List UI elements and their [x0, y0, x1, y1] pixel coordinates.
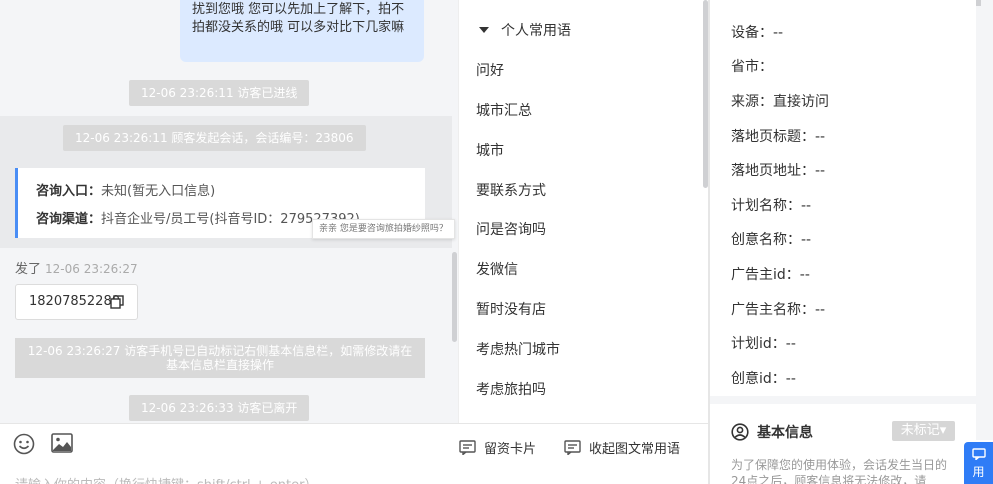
tag-dropdown[interactable]: 未标记▾ — [892, 421, 955, 441]
user-circle-icon — [731, 423, 749, 441]
info-source: 来源：直接访问 — [731, 94, 829, 110]
phrases-panel: 个人常用语 问好 城市汇总 城市 要联系方式 问是咨询吗 发微信 暂时没有店 考… — [458, 0, 708, 423]
info-advertiser-id: 广告主id：-- — [731, 267, 810, 283]
system-message-enter: 12-06 23:26:11 访客已进线 — [129, 80, 310, 106]
chat-scrollbar[interactable] — [452, 252, 457, 342]
lead-card-button[interactable]: 留资卡片 — [459, 437, 536, 457]
phrase-group-toggle[interactable]: 个人常用语 — [479, 20, 571, 40]
chat-panel: 扰到您哦 您可以先加上了解下，拍不拍都没关系的哦 可以多对比下几家嘛 12-06… — [0, 0, 458, 484]
info-advertiser-name: 广告主名称：-- — [731, 302, 826, 318]
basic-info-title: 基本信息 — [757, 425, 813, 441]
chat-bubble-icon — [971, 448, 986, 461]
consult-channel-label: 咨询渠道： — [36, 212, 102, 227]
consult-entry-label: 咨询入口： — [36, 184, 102, 199]
floating-help-label: 用 — [972, 465, 985, 479]
phrase-preview-tooltip: 亲亲 您是要咨询旅拍婚纱照吗？ — [312, 219, 455, 239]
image-icon[interactable] — [51, 433, 73, 453]
phrase-item[interactable]: 暂时没有店 — [476, 299, 546, 319]
visitor-message-bubble: 扰到您哦 您可以先加上了解下，拍不拍都没关系的哦 可以多对比下几家嘛 — [180, 0, 424, 62]
phrase-item[interactable]: 问好 — [476, 60, 504, 80]
info-plan-name: 计划名称：-- — [731, 198, 812, 214]
phone-number: 18207852280 — [29, 294, 120, 309]
consult-entry-row: 咨询入口：未知(暂无入口信息) — [36, 178, 425, 206]
info-plan-id: 计划id：-- — [731, 336, 796, 352]
card-icon — [459, 439, 476, 455]
phrase-item[interactable]: 城市汇总 — [476, 100, 532, 120]
system-message-phone-note: 12-06 23:26:27 访客手机号已自动标记右侧基本信息栏，如需修改请在基… — [15, 338, 425, 378]
lead-card-label: 留资卡片 — [484, 441, 537, 457]
caret-down-icon — [479, 27, 489, 33]
info-landing-url: 落地页地址：-- — [731, 163, 826, 179]
collapse-phrases-label: 收起图文常用语 — [589, 441, 681, 457]
section-separator — [710, 396, 976, 404]
info-landing-title: 落地页标题：-- — [731, 129, 826, 145]
sender-line: 发了 12-06 23:26:27 — [15, 258, 138, 277]
collapse-phrases-button[interactable]: 收起图文常用语 — [564, 437, 680, 457]
sender-label: 发了 — [15, 262, 42, 277]
consult-entry-value: 未知(暂无入口信息) — [101, 184, 216, 199]
info-creative-name: 创意名称：-- — [731, 232, 812, 248]
phrase-item[interactable]: 考虑旅拍吗 — [476, 379, 546, 399]
message-input[interactable]: 请输入你的内容（换行快捷键：shift/ctrl + enter） — [15, 474, 318, 484]
info-creative-id: 创意id：-- — [731, 371, 796, 387]
phrases-icon — [564, 439, 581, 455]
dropdown-caret-icon: ▾ — [939, 423, 947, 438]
phrase-item[interactable]: 考虑热门城市 — [476, 339, 560, 359]
phrase-group-title: 个人常用语 — [501, 23, 571, 39]
page-scrollbar-thumb[interactable] — [976, 0, 981, 6]
emoji-icon[interactable] — [13, 433, 35, 455]
info-province: 省市： — [731, 59, 773, 75]
copy-icon[interactable] — [110, 295, 124, 309]
system-message-session: 12-06 23:26:11 顾客发起会话，会话编号：23806 — [63, 125, 366, 151]
phrase-item[interactable]: 城市 — [476, 140, 504, 160]
info-device: 设备：-- — [731, 25, 784, 41]
system-message-leave: 12-06 23:26:33 访客已离开 — [129, 395, 310, 421]
edit-notice: 为了保障您的使用体验，会话发生当日的24点之后，顾客信息将无法修改，请 — [731, 458, 948, 484]
phrase-item[interactable]: 要联系方式 — [476, 180, 546, 200]
floating-help-button[interactable]: 用 — [964, 442, 993, 484]
phrase-item[interactable]: 发微信 — [476, 259, 518, 279]
sender-time: 12-06 23:26:27 — [45, 262, 138, 276]
visitor-info-panel: 设备：-- 省市： 来源：直接访问 落地页标题：-- 落地页地址：-- 计划名称… — [710, 0, 976, 484]
phrase-item[interactable]: 问是咨询吗 — [476, 219, 546, 239]
tag-dropdown-label: 未标记 — [900, 423, 940, 438]
page-scrollbar-track[interactable] — [976, 0, 993, 440]
basic-info-header: 基本信息 — [731, 422, 813, 442]
